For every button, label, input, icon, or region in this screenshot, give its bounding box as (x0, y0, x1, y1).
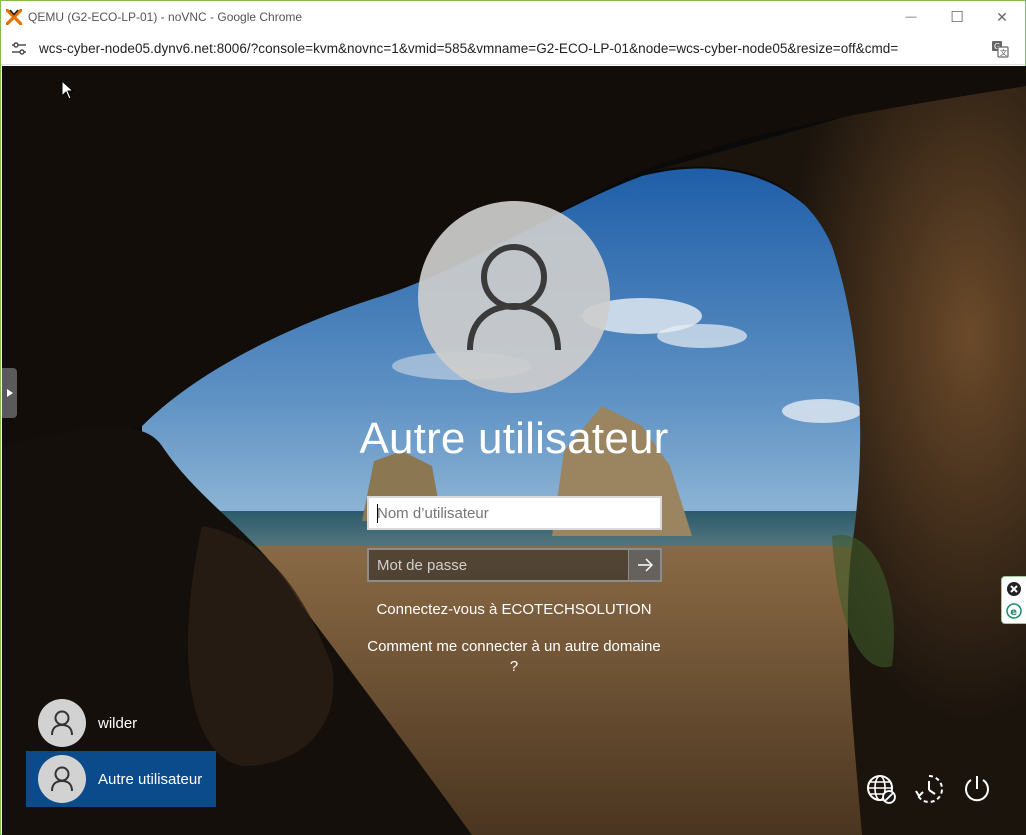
power-icon (965, 776, 989, 802)
maximize-icon: ☐ (950, 9, 964, 26)
user-icon (51, 766, 73, 792)
browser-window: QEMU (G2-ECO-LP-01) - noVNC - Google Chr… (0, 0, 1026, 835)
accessibility-icon (915, 774, 944, 803)
accessibility-button[interactable] (912, 772, 946, 806)
vnc-screen[interactable]: e Autre utilisateur Connectez-vous à ECO… (2, 66, 1026, 835)
window-title: QEMU (G2-ECO-LP-01) - noVNC - Google Chr… (28, 10, 303, 24)
arrow-right-icon (637, 558, 653, 572)
network-icon (867, 775, 896, 804)
close-circle-icon[interactable] (1006, 581, 1022, 597)
proxmox-icon (6, 9, 22, 25)
site-settings-icon[interactable] (11, 41, 27, 57)
password-field[interactable] (369, 550, 630, 580)
url-text[interactable]: wcs-cyber-node05.dynv6.net:8006/?console… (39, 41, 898, 56)
user-entry-label: Autre utilisateur (98, 770, 203, 788)
close-button[interactable]: ✕ (979, 1, 1025, 33)
user-entry-wilder[interactable]: wilder (26, 695, 216, 751)
user-avatar-large (418, 201, 610, 393)
mouse-cursor-icon (61, 80, 75, 100)
extension-side-tab[interactable]: e (1001, 576, 1026, 624)
selected-user-name: Autre utilisateur (359, 414, 669, 463)
svg-text:e: e (1010, 607, 1017, 618)
user-entry-other-user[interactable]: Autre utilisateur (26, 751, 216, 807)
text-caret (377, 504, 378, 523)
close-icon: ✕ (996, 8, 1008, 25)
user-icon (51, 710, 73, 736)
power-button[interactable] (960, 772, 994, 806)
novnc-control-bar-handle[interactable] (2, 368, 17, 418)
maximize-button[interactable]: ☐ (934, 1, 980, 33)
user-entry-label: wilder (98, 714, 138, 732)
svg-text:文: 文 (1000, 48, 1007, 57)
minimize-button[interactable]: — (888, 1, 934, 33)
expand-arrow-icon (6, 389, 13, 397)
other-domain-help-link[interactable]: Comment me connecter à un autre domaine … (364, 637, 664, 677)
user-icon (467, 244, 561, 351)
avatar (38, 699, 86, 747)
avatar (38, 755, 86, 803)
sign-in-domain-text: Connectez-vous à ECOTECHSOLUTION (376, 601, 652, 618)
username-field[interactable] (367, 496, 662, 530)
title-bar: QEMU (G2-ECO-LP-01) - noVNC - Google Chr… (1, 1, 1025, 33)
network-button[interactable] (864, 772, 898, 806)
address-bar[interactable]: wcs-cyber-node05.dynv6.net:8006/?console… (1, 33, 1025, 65)
password-field-group (367, 548, 662, 582)
translate-icon[interactable]: G 文 (991, 40, 1009, 58)
minimize-icon: — (905, 11, 917, 23)
submit-button[interactable] (628, 550, 660, 580)
extension-e-icon[interactable]: e (1006, 603, 1022, 619)
